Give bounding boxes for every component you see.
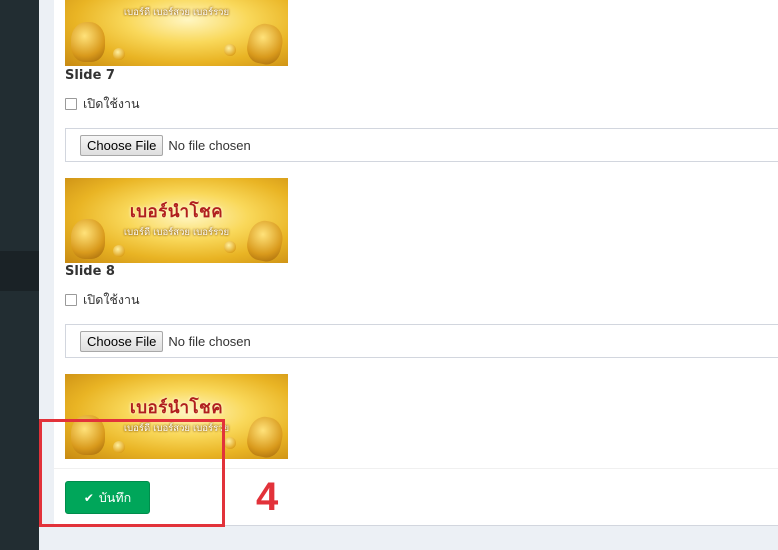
- coin-icon: [224, 241, 236, 253]
- banner-title: เบอร์นำโชค: [129, 398, 224, 418]
- slide-7-file-input[interactable]: Choose File No file chosen: [65, 128, 778, 162]
- banner-title: เบอร์นำโชค: [129, 202, 224, 222]
- annotation-step-number: 4: [256, 475, 279, 519]
- sidebar-active-item[interactable]: [0, 251, 39, 291]
- slide-7-label: Slide 7: [65, 68, 115, 83]
- annotation-highlight-box: [39, 419, 225, 527]
- slide-8-choose-file-button[interactable]: Choose File: [80, 330, 164, 352]
- sidebar: [0, 0, 39, 550]
- slide-8-file-status: No file chosen: [168, 333, 251, 349]
- slide-8-enable-row[interactable]: เปิดใช้งาน: [65, 290, 140, 310]
- banner-subtitle: เบอร์ดี เบอร์สวย เบอร์รวย: [123, 7, 230, 18]
- slide-8-enable-checkbox[interactable]: [65, 294, 77, 306]
- slide-8-label: Slide 8: [65, 264, 115, 279]
- slide-6-banner-preview: เบอร์นำโชค เบอร์ดี เบอร์สวย เบอร์รวย: [65, 0, 288, 66]
- slide-7-enable-row[interactable]: เปิดใช้งาน: [65, 94, 140, 114]
- coin-icon: [113, 245, 125, 257]
- slide-7-enable-checkbox[interactable]: [65, 98, 77, 110]
- money-bag-icon: [244, 20, 286, 66]
- coin-icon: [113, 48, 125, 60]
- coin-icon: [224, 437, 236, 449]
- slide-7-file-status: No file chosen: [168, 137, 251, 153]
- slide-8-enable-label: เปิดใช้งาน: [83, 292, 140, 307]
- money-bag-icon: [71, 22, 105, 62]
- slide-7-choose-file-button[interactable]: Choose File: [80, 134, 164, 156]
- slide-7-enable-label: เปิดใช้งาน: [83, 96, 140, 111]
- coin-icon: [224, 44, 236, 56]
- banner-subtitle: เบอร์ดี เบอร์สวย เบอร์รวย: [123, 227, 230, 238]
- slide-7-banner-preview: เบอร์นำโชค เบอร์ดี เบอร์สวย เบอร์รวย: [65, 178, 288, 263]
- slide-8-file-input[interactable]: Choose File No file chosen: [65, 324, 778, 358]
